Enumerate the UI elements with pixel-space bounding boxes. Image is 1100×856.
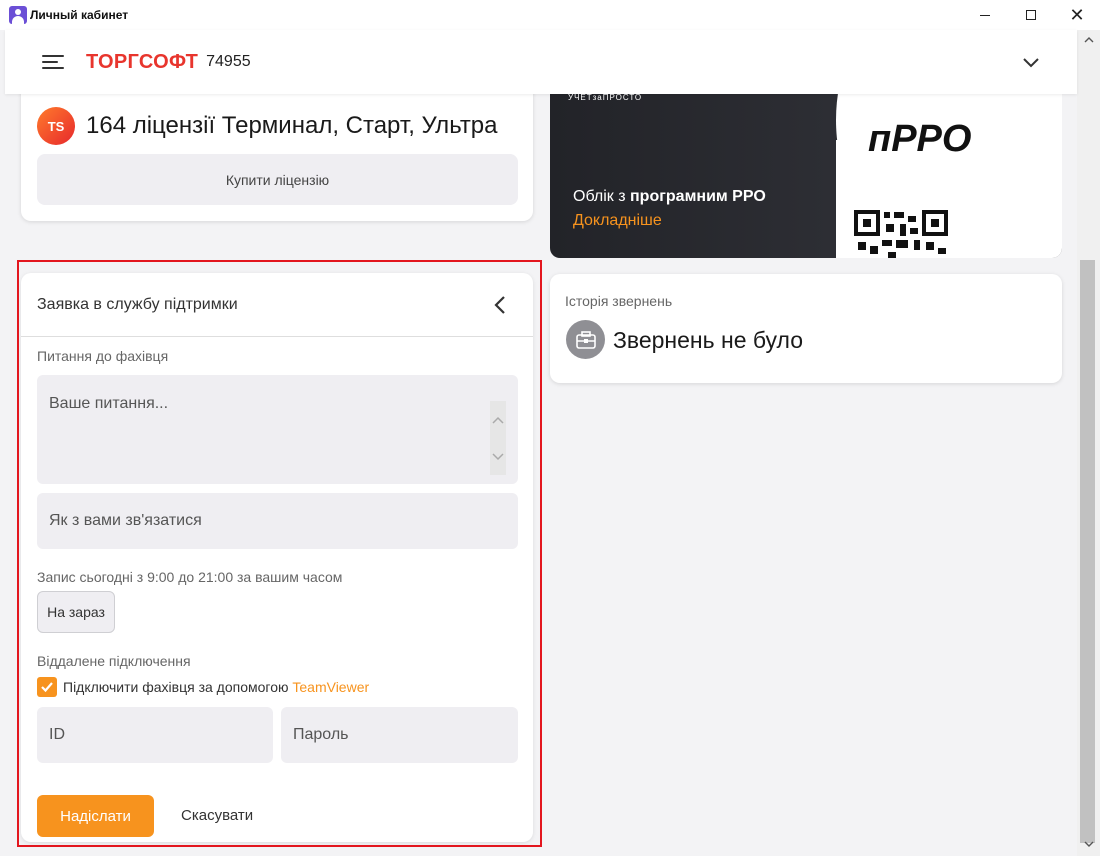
chevron-up-icon[interactable] <box>492 416 504 424</box>
checkmark-icon <box>41 682 53 693</box>
teamviewer-label: Підключити фахівця за допомогою TeamView… <box>63 679 370 695</box>
chevron-down-icon[interactable] <box>492 452 504 461</box>
question-textarea[interactable]: Ваше питання... <box>37 375 518 484</box>
chevron-down-icon[interactable] <box>1021 52 1041 72</box>
contact-placeholder: Як з вами зв'язатися <box>49 512 202 529</box>
id-input[interactable]: ID <box>37 707 273 763</box>
scroll-up-arrow[interactable] <box>1077 32 1100 48</box>
teamviewer-link[interactable]: TeamViewer <box>292 679 369 695</box>
torgsoft-logo: TS <box>37 107 75 145</box>
prro-badge: пРРО <box>868 118 972 160</box>
window-controls: ✕ <box>962 0 1100 30</box>
license-card: TS 164 ліцензії Терминал, Старт, Ультра … <box>21 80 533 221</box>
scroll-down-arrow[interactable] <box>1077 836 1100 852</box>
submit-button[interactable]: Надіслати <box>37 795 154 837</box>
chevron-left-icon[interactable] <box>491 293 511 317</box>
barcode-caption: УЧЕТзаПРОСТО <box>568 93 643 102</box>
divider <box>21 336 533 337</box>
history-label: Історія звернень <box>565 293 673 309</box>
teamviewer-checkbox[interactable] <box>37 677 57 697</box>
remote-connection-label: Віддалене підключення <box>37 653 191 669</box>
window-title: Личный кабинет <box>30 8 129 22</box>
qr-code-icon <box>854 210 948 258</box>
password-placeholder: Пароль <box>293 726 349 743</box>
briefcase-icon <box>566 320 605 359</box>
question-placeholder: Ваше питання... <box>49 395 169 412</box>
minimize-icon <box>980 14 990 16</box>
maximize-button[interactable] <box>1008 0 1054 30</box>
promo-text: Облік з програмним РРО <box>573 188 766 205</box>
support-history-card: Історія звернень Звернень не було <box>550 274 1062 383</box>
now-button[interactable]: На зараз <box>37 591 115 633</box>
question-label: Питання до фахівця <box>37 348 169 364</box>
user-icon <box>9 6 27 24</box>
scroll-thumb[interactable] <box>1080 260 1095 843</box>
password-input[interactable]: Пароль <box>281 707 518 763</box>
textarea-scroll[interactable] <box>490 401 506 475</box>
account-number: 74955 <box>206 53 251 70</box>
support-form-title: Заявка в службу підтримки <box>37 296 238 313</box>
chevron-down-icon <box>1084 841 1093 847</box>
license-title: 164 ліцензії Терминал, Старт, Ультра <box>86 112 498 139</box>
id-placeholder: ID <box>49 726 65 743</box>
close-button[interactable]: ✕ <box>1054 0 1100 30</box>
page-scrollbar[interactable] <box>1077 30 1100 856</box>
contact-input[interactable]: Як з вами зв'язатися <box>37 493 518 549</box>
brand-logo: ТОРГСОФТ <box>86 50 199 73</box>
cancel-button[interactable]: Скасувати <box>181 807 253 824</box>
maximize-icon <box>1026 10 1036 20</box>
hamburger-menu-icon[interactable] <box>42 54 64 70</box>
buy-license-button[interactable]: Купити ліцензію <box>37 154 518 205</box>
minimize-button[interactable] <box>962 0 1008 30</box>
promo-more-link[interactable]: Докладніше <box>573 212 662 230</box>
schedule-label: Запис сьогодні з 9:00 до 21:00 за вашим … <box>37 569 343 585</box>
history-empty-text: Звернень не було <box>613 327 804 353</box>
support-request-form: Заявка в службу підтримки Питання до фах… <box>21 273 533 842</box>
window-titlebar: Личный кабинет ✕ <box>0 0 1100 30</box>
chevron-up-icon <box>1084 37 1093 43</box>
prro-promo-banner[interactable]: УЧЕТзаПРОСТО пРРО Облік з програмним РРО… <box>550 80 1062 258</box>
close-icon: ✕ <box>1069 5 1085 25</box>
app-header: ТОРГСОФТ 74955 <box>5 30 1077 94</box>
